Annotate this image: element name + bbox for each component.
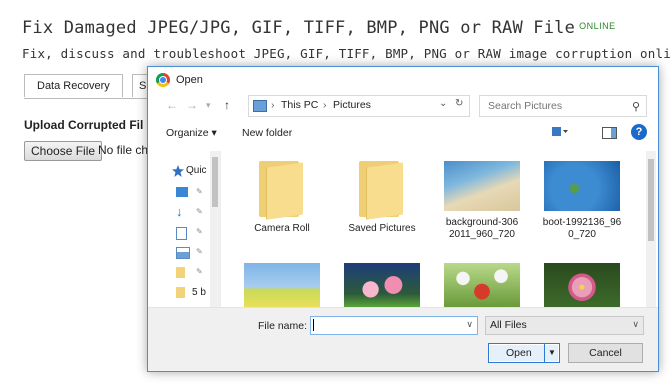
upload-heading: Upload Corrupted Fil xyxy=(24,118,144,132)
star-icon xyxy=(172,165,184,177)
pin-icon: ✎ xyxy=(196,267,203,276)
chrome-icon xyxy=(156,73,170,87)
help-icon[interactable]: ? xyxy=(631,124,647,140)
file-label: boot-1992136_96 0_720 xyxy=(542,217,622,240)
chevron-down-icon: ∨ xyxy=(632,319,639,329)
forward-arrow-icon[interactable]: → xyxy=(186,98,198,112)
open-button-label: Open xyxy=(506,347,532,359)
open-dialog: Open ← → ▾ ↑ › This PC › Pictures ⌄ ↻ ⚲ … xyxy=(147,66,659,372)
cancel-button-label: Cancel xyxy=(589,347,622,359)
address-dropdown-icon[interactable]: ⌄ xyxy=(439,98,447,109)
folder-icon[interactable] xyxy=(176,267,185,278)
folder-icon[interactable] xyxy=(176,287,185,298)
recent-chevron-icon[interactable]: ▾ xyxy=(206,100,211,111)
page-subtitle: Fix, discuss and troubleshoot JPEG, GIF,… xyxy=(22,46,672,61)
dialog-toolbar: Organize ▾ New folder ? xyxy=(148,123,658,145)
dialog-title: Open xyxy=(176,74,203,86)
image-thumbnail xyxy=(544,161,620,211)
address-row: ← → ▾ ↑ › This PC › Pictures ⌄ ↻ ⚲ xyxy=(148,93,658,119)
file-item-image-7[interactable] xyxy=(432,263,532,307)
image-thumbnail xyxy=(344,263,420,307)
nav-scrollbar-thumb[interactable] xyxy=(212,157,218,207)
image-thumbnail xyxy=(444,161,520,211)
choose-file-button[interactable]: Choose File xyxy=(24,141,103,161)
documents-icon[interactable] xyxy=(176,227,187,240)
page-title: Fix Damaged JPEG/JPG, GIF, TIFF, BMP, PN… xyxy=(22,18,616,38)
pin-icon: ✎ xyxy=(196,207,203,216)
file-type-value: All Files xyxy=(490,319,527,331)
pictures-icon[interactable] xyxy=(176,247,190,259)
online-badge: ONLINE xyxy=(579,21,616,31)
search-box[interactable]: ⚲ xyxy=(479,95,647,117)
pin-icon: ✎ xyxy=(196,227,203,236)
file-name-input[interactable]: ∨ xyxy=(310,316,478,335)
file-type-select[interactable]: All Files ∨ xyxy=(485,316,644,335)
file-item-camera-roll[interactable]: Camera Roll xyxy=(232,161,332,235)
pin-icon: ✎ xyxy=(196,247,203,256)
file-item-image-5[interactable] xyxy=(232,263,332,307)
file-list: Camera Roll Saved Pictures background-30… xyxy=(224,151,644,307)
desktop-icon[interactable] xyxy=(176,187,188,197)
breadcrumb-sep-icon: › xyxy=(323,99,327,111)
search-input[interactable] xyxy=(486,99,620,113)
file-item-saved-pictures[interactable]: Saved Pictures xyxy=(332,161,432,235)
file-item-image-6[interactable] xyxy=(332,263,432,307)
nav-item-quick-access[interactable]: Quic xyxy=(186,165,207,176)
text-caret xyxy=(313,319,314,331)
up-arrow-icon[interactable]: ↑ xyxy=(224,98,230,112)
image-thumbnail xyxy=(544,263,620,307)
image-thumbnail xyxy=(444,263,520,307)
breadcrumb-this-pc[interactable]: This PC xyxy=(281,99,318,111)
navigation-pane: Quic ✎ ↓ ✎ ✎ ✎ ✎ 5 b xyxy=(148,151,221,307)
refresh-icon[interactable]: ↻ xyxy=(455,98,463,109)
breadcrumb-sep-icon: › xyxy=(271,99,275,111)
no-file-text: No file ch xyxy=(98,143,149,157)
dialog-footer: File name: ∨ All Files ∨ Open ▼ Cancel xyxy=(148,307,658,371)
file-list-scrollbar-thumb[interactable] xyxy=(648,159,654,241)
search-icon: ⚲ xyxy=(631,101,640,113)
back-arrow-icon[interactable]: ← xyxy=(166,98,178,112)
file-name-label: File name: xyxy=(258,320,308,332)
open-button[interactable]: Open ▼ xyxy=(488,343,560,363)
file-label: Camera Roll xyxy=(254,223,310,234)
pin-icon: ✎ xyxy=(196,187,203,196)
this-pc-icon xyxy=(253,100,267,112)
tab-data-recovery[interactable]: Data Recovery xyxy=(24,74,123,97)
nav-item-5b[interactable]: 5 b xyxy=(192,287,206,298)
cancel-button[interactable]: Cancel xyxy=(568,343,643,363)
file-item-boot[interactable]: boot-1992136_96 0_720 xyxy=(532,161,632,241)
file-label: background-306 2011_960_720 xyxy=(445,217,519,240)
chevron-down-icon[interactable]: ∨ xyxy=(466,319,473,330)
address-bar[interactable]: › This PC › Pictures ⌄ ↻ xyxy=(248,95,470,117)
file-item-image-8[interactable] xyxy=(532,263,632,307)
folder-icon xyxy=(359,161,405,220)
view-options-icon[interactable] xyxy=(552,126,568,138)
open-split-arrow-icon[interactable]: ▼ xyxy=(544,344,559,362)
image-thumbnail xyxy=(244,263,320,307)
folder-icon xyxy=(259,161,305,220)
file-item-background[interactable]: background-306 2011_960_720 xyxy=(432,161,532,241)
organize-menu[interactable]: Organize ▾ xyxy=(166,127,217,139)
page-title-text: Fix Damaged JPEG/JPG, GIF, TIFF, BMP, PN… xyxy=(22,18,576,38)
tab-bar: Data Recovery S xyxy=(24,74,166,99)
preview-pane-icon[interactable] xyxy=(602,127,617,139)
downloads-icon[interactable]: ↓ xyxy=(176,205,188,218)
dialog-titlebar[interactable]: Open xyxy=(148,67,658,93)
file-label: Saved Pictures xyxy=(348,223,416,234)
new-folder-button[interactable]: New folder xyxy=(242,127,292,139)
breadcrumb-pictures[interactable]: Pictures xyxy=(333,99,371,111)
